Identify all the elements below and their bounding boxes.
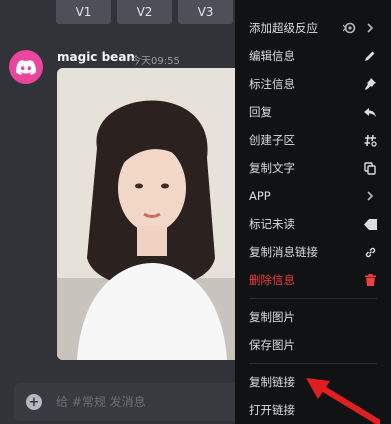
link-icon — [363, 245, 377, 259]
menu-create-thread[interactable]: 创建子区 — [243, 126, 383, 154]
menu-delete-message[interactable]: 删除信息 — [243, 266, 383, 294]
discord-logo-icon — [16, 59, 36, 75]
menu-add-super-reaction[interactable]: 添加超级反应 — [243, 14, 383, 42]
menu-separator — [249, 363, 377, 364]
menu-item-label: 添加超级反应 — [249, 21, 318, 35]
menu-reply[interactable]: 回复 — [243, 98, 383, 126]
menu-item-label: APP — [249, 189, 271, 203]
menu-item-label: 打开链接 — [249, 403, 295, 417]
copy-icon — [363, 161, 377, 175]
menu-item-label: 保存图片 — [249, 338, 295, 352]
portrait-image — [57, 68, 247, 360]
trash-icon — [363, 273, 377, 287]
menu-pin-message[interactable]: 标注信息 — [243, 70, 383, 98]
message-timestamp: 今天09:55 — [131, 56, 180, 67]
avatar[interactable] — [9, 50, 43, 84]
message-composer: + — [14, 383, 240, 421]
mark-unread-icon — [363, 217, 377, 231]
menu-copy-text[interactable]: 复制文字 — [243, 154, 383, 182]
menu-edit-message[interactable]: 编辑信息 — [243, 42, 383, 70]
menu-item-label: 复制链接 — [249, 375, 295, 389]
context-menu: 添加超级反应 编辑信息 标注信息 回复 创建子区 复制文字 APP 标记未读 复… — [235, 0, 391, 424]
menu-item-label: 标注信息 — [249, 77, 295, 91]
message-author[interactable]: magic bean — [57, 50, 135, 64]
v1-button[interactable]: V1 — [56, 0, 111, 24]
menu-item-label: 标记未读 — [249, 217, 295, 231]
menu-item-label: 编辑信息 — [249, 49, 295, 63]
upscale-button-row: V1 V2 V3 — [56, 0, 233, 24]
menu-mark-unread[interactable]: 标记未读 — [243, 210, 383, 238]
menu-separator — [249, 298, 377, 299]
v2-button[interactable]: V2 — [117, 0, 172, 24]
menu-item-label: 复制图片 — [249, 310, 295, 324]
menu-item-label: 创建子区 — [249, 133, 295, 147]
menu-apps[interactable]: APP — [243, 182, 383, 210]
pencil-icon — [363, 49, 377, 63]
menu-copy-message-link[interactable]: 复制消息链接 — [243, 238, 383, 266]
menu-item-label: 删除信息 — [249, 273, 295, 287]
annotation-arrow-icon — [306, 378, 380, 424]
chevron-right-icon — [363, 21, 377, 35]
menu-item-label: 复制消息链接 — [249, 245, 318, 259]
chevron-right-icon — [363, 189, 377, 203]
menu-save-image[interactable]: 保存图片 — [243, 331, 383, 359]
super-reaction-icon — [343, 21, 357, 35]
menu-copy-image[interactable]: 复制图片 — [243, 303, 383, 331]
image-attachment[interactable] — [57, 68, 247, 360]
message-input[interactable] — [56, 395, 226, 409]
v3-button[interactable]: V3 — [178, 0, 233, 24]
reply-icon — [363, 105, 377, 119]
thread-icon — [363, 133, 377, 147]
pin-icon — [363, 77, 377, 91]
menu-item-label: 复制文字 — [249, 161, 295, 175]
menu-item-label: 回复 — [249, 105, 272, 119]
add-attachment-icon[interactable]: + — [26, 394, 42, 410]
